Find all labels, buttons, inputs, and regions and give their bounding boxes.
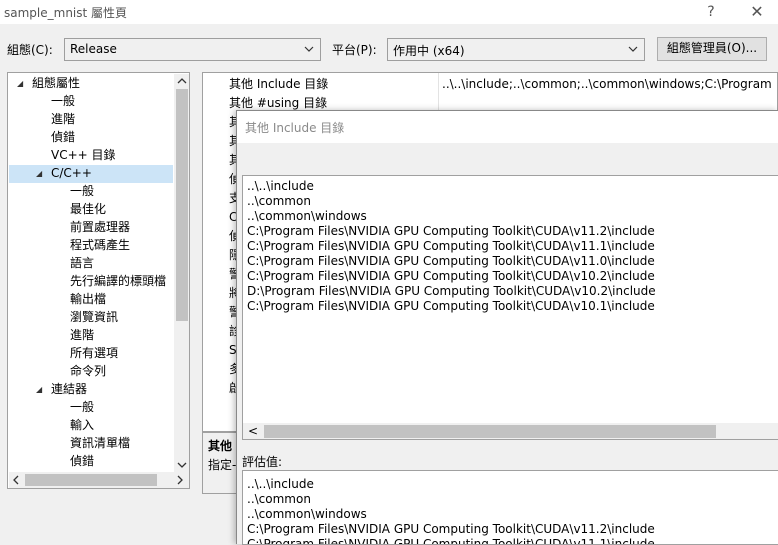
tree-item[interactable]: 組態屬性: [32, 74, 80, 92]
tree-item[interactable]: 進階: [51, 110, 75, 128]
textbox-horizontal-thumb[interactable]: [264, 425, 716, 438]
tree-horizontal-thumb[interactable]: [25, 474, 157, 486]
chevron-down-icon: [628, 46, 638, 52]
scroll-right-icon[interactable]: [176, 475, 184, 485]
include-dir-line: ..\common: [247, 194, 311, 208]
tree-item[interactable]: 一般: [70, 398, 94, 416]
tree-item[interactable]: C/C++: [51, 164, 92, 182]
tree-item[interactable]: 一般: [70, 182, 94, 200]
tree-item[interactable]: 前置處理器: [70, 218, 130, 236]
config-label: 組態(C):: [7, 43, 53, 57]
dialog-title: 其他 Include 目錄: [245, 121, 345, 135]
tree-item[interactable]: 資訊清單檔: [70, 434, 130, 452]
evaluated-dir-line: ..\..\include: [247, 477, 314, 491]
description-title: 其他: [208, 439, 233, 453]
include-dirs-textbox[interactable]: ..\..\include ..\common ..\common\windows C…: [242, 175, 778, 440]
scroll-down-icon[interactable]: [177, 461, 187, 469]
help-button[interactable]: ?: [700, 1, 722, 23]
tree-item[interactable]: 語言: [70, 254, 94, 272]
evaluated-dir-line: C:\Program Files\NVIDIA GPU Computing To…: [247, 522, 655, 536]
expand-triangle-icon[interactable]: ◢: [36, 169, 42, 178]
platform-combo[interactable]: 作用中 (x64): [387, 38, 645, 61]
tree-item[interactable]: 命令列: [70, 362, 106, 380]
include-dir-line: ..\..\include: [247, 179, 314, 193]
tree-item[interactable]: 先行編譯的標頭檔: [70, 272, 166, 290]
scroll-left-icon[interactable]: <: [248, 423, 258, 439]
description-text: 指定-: [208, 458, 237, 472]
expand-triangle-icon[interactable]: ◢: [17, 79, 23, 88]
include-dir-line: ..\common\windows: [247, 209, 367, 223]
include-dir-line: C:\Program Files\NVIDIA GPU Computing To…: [247, 299, 655, 313]
textbox-horizontal-scrollbar[interactable]: <: [243, 423, 778, 439]
tree-vertical-scrollbar[interactable]: [174, 74, 189, 472]
platform-label: 平台(P):: [332, 43, 377, 57]
tree-item[interactable]: 輸入: [70, 416, 94, 434]
tree-item[interactable]: VC++ 目錄: [51, 146, 116, 164]
scroll-up-icon[interactable]: [177, 77, 187, 85]
dialog-title-bar: 其他 Include 目錄: [237, 111, 778, 143]
tree-item[interactable]: 最佳化: [70, 200, 106, 218]
evaluated-dir-line: ..\common\windows: [247, 507, 367, 521]
scroll-left-icon[interactable]: [12, 475, 20, 485]
evaluated-dir-line: ..\common: [247, 492, 311, 506]
include-dirs-dialog: 其他 Include 目錄 ..\..\include ..\common ..\c…: [236, 110, 778, 545]
tree-item[interactable]: 程式碼產生: [70, 236, 130, 254]
grid-row-value[interactable]: ..\..\include;..\common;..\common\window…: [442, 75, 776, 93]
tree-item[interactable]: 瀏覽資訊: [70, 308, 118, 326]
chevron-down-icon: [304, 46, 314, 52]
property-tree[interactable]: 組態屬性 ◢ 一般 進階 偵錯 VC++ 目錄 C/C++ ◢ 一般 最佳化 前置處理器 程式碼產生語…: [7, 72, 190, 489]
config-combo[interactable]: Release: [64, 38, 321, 61]
platform-combo-value: 作用中 (x64): [393, 44, 465, 58]
grid-row-name[interactable]: 其他 Include 目錄: [229, 75, 328, 93]
config-manager-button[interactable]: 組態管理員(O)...: [657, 37, 767, 61]
close-button[interactable]: ✕: [744, 1, 770, 23]
tree-item[interactable]: 所有選項: [70, 344, 118, 362]
tree-item[interactable]: 一般: [51, 92, 75, 110]
evaluated-value-box: ..\..\include ..\common ..\common\windows C…: [242, 470, 778, 545]
include-dir-line: C:\Program Files\NVIDIA GPU Computing To…: [247, 254, 655, 268]
window-title: sample_mnist 屬性頁: [4, 6, 128, 20]
include-dir-line: D:\Program Files\NVIDIA GPU Computing To…: [247, 284, 656, 298]
tree-item[interactable]: 輸出檔: [70, 290, 106, 308]
tree-item[interactable]: 偵錯: [70, 452, 94, 470]
tree-horizontal-scrollbar[interactable]: [9, 472, 189, 488]
tree-vertical-thumb[interactable]: [176, 89, 188, 321]
tree-item[interactable]: 偵錯: [51, 128, 75, 146]
tree-item[interactable]: 進階: [70, 326, 94, 344]
include-dir-line: C:\Program Files\NVIDIA GPU Computing To…: [247, 269, 655, 283]
evaluated-value-label: 評估值:: [242, 455, 283, 469]
tree-item[interactable]: 連結器: [51, 380, 87, 398]
include-dir-line: C:\Program Files\NVIDIA GPU Computing To…: [247, 239, 655, 253]
expand-triangle-icon[interactable]: ◢: [36, 385, 42, 394]
include-dir-line: C:\Program Files\NVIDIA GPU Computing To…: [247, 224, 655, 238]
config-combo-value: Release: [70, 42, 117, 56]
window-title-bar: sample_mnist 屬性頁 ? ✕: [0, 0, 778, 24]
